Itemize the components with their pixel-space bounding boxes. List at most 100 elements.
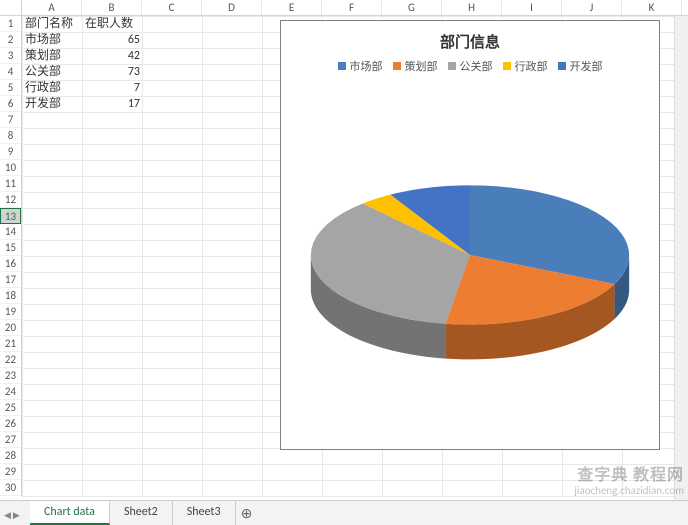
cell[interactable] (203, 17, 263, 33)
row-header-14[interactable]: 14 (0, 224, 21, 240)
cell[interactable] (203, 49, 263, 65)
column-header-C[interactable]: C (142, 0, 202, 15)
cell[interactable] (143, 241, 203, 257)
cell[interactable] (83, 449, 143, 465)
cell[interactable] (203, 97, 263, 113)
cell[interactable] (263, 481, 323, 497)
column-header-I[interactable]: I (502, 0, 562, 15)
cell[interactable] (23, 257, 83, 273)
cell[interactable] (143, 145, 203, 161)
cell[interactable] (83, 241, 143, 257)
row-header-1[interactable]: 1 (0, 16, 21, 32)
column-header-J[interactable]: J (562, 0, 622, 15)
row-header-29[interactable]: 29 (0, 464, 21, 480)
cell[interactable] (83, 305, 143, 321)
cell[interactable] (203, 129, 263, 145)
cell[interactable] (203, 385, 263, 401)
cell[interactable] (23, 289, 83, 305)
cell[interactable] (83, 129, 143, 145)
column-header-K[interactable]: K (622, 0, 682, 15)
row-header-10[interactable]: 10 (0, 160, 21, 176)
row-header-5[interactable]: 5 (0, 80, 21, 96)
cell[interactable] (83, 273, 143, 289)
cell[interactable] (23, 273, 83, 289)
cell[interactable] (383, 465, 443, 481)
column-header-D[interactable]: D (202, 0, 262, 15)
cell[interactable] (83, 289, 143, 305)
cell[interactable]: 部门名称 (23, 17, 83, 33)
row-header-16[interactable]: 16 (0, 256, 21, 272)
embedded-chart[interactable]: 部门信息 市场部策划部公关部行政部开发部 (280, 20, 660, 450)
cell[interactable] (323, 481, 383, 497)
row-header-17[interactable]: 17 (0, 272, 21, 288)
cell[interactable] (143, 113, 203, 129)
cell[interactable] (143, 129, 203, 145)
vertical-scrollbar[interactable] (674, 16, 688, 500)
row-header-6[interactable]: 6 (0, 96, 21, 112)
cell[interactable] (83, 161, 143, 177)
cell[interactable] (203, 321, 263, 337)
cell[interactable] (203, 289, 263, 305)
row-header-23[interactable]: 23 (0, 368, 21, 384)
row-header-9[interactable]: 9 (0, 144, 21, 160)
cell[interactable] (503, 481, 563, 497)
column-header-B[interactable]: B (82, 0, 142, 15)
cell[interactable] (263, 449, 323, 465)
cell[interactable] (143, 81, 203, 97)
cell[interactable] (443, 481, 503, 497)
cell[interactable] (143, 65, 203, 81)
column-header-H[interactable]: H (442, 0, 502, 15)
row-header-3[interactable]: 3 (0, 48, 21, 64)
row-header-27[interactable]: 27 (0, 432, 21, 448)
column-header-A[interactable]: A (22, 0, 82, 15)
cell[interactable] (203, 177, 263, 193)
select-all-corner[interactable] (0, 0, 22, 16)
cell[interactable]: 65 (83, 33, 143, 49)
new-sheet-button[interactable]: ⊕ (236, 505, 258, 522)
cell[interactable] (23, 337, 83, 353)
cell[interactable] (23, 177, 83, 193)
tab-nav-arrows[interactable]: ◀ ▶ (4, 510, 20, 521)
cell[interactable] (203, 225, 263, 241)
cell[interactable] (203, 337, 263, 353)
cell[interactable] (143, 273, 203, 289)
cell[interactable] (143, 449, 203, 465)
cell[interactable] (383, 481, 443, 497)
cell[interactable] (23, 481, 83, 497)
cell[interactable] (23, 113, 83, 129)
cell[interactable] (143, 97, 203, 113)
cell[interactable] (83, 209, 143, 225)
cell[interactable] (23, 145, 83, 161)
row-header-20[interactable]: 20 (0, 320, 21, 336)
cell[interactable] (143, 401, 203, 417)
cell[interactable] (23, 369, 83, 385)
cell[interactable] (83, 401, 143, 417)
cell[interactable] (563, 465, 623, 481)
row-header-30[interactable]: 30 (0, 480, 21, 496)
cell[interactable] (263, 465, 323, 481)
cell[interactable] (143, 353, 203, 369)
cell[interactable] (83, 177, 143, 193)
cell[interactable] (143, 193, 203, 209)
cell[interactable] (203, 465, 263, 481)
cell[interactable] (143, 321, 203, 337)
cell[interactable] (203, 209, 263, 225)
cell[interactable] (83, 193, 143, 209)
cell[interactable] (203, 273, 263, 289)
cell[interactable] (203, 417, 263, 433)
cell[interactable] (83, 417, 143, 433)
cell[interactable] (23, 353, 83, 369)
cell[interactable] (23, 449, 83, 465)
cell[interactable] (23, 193, 83, 209)
cell[interactable] (563, 449, 623, 465)
cell[interactable] (83, 225, 143, 241)
cell[interactable] (503, 449, 563, 465)
cell[interactable] (23, 225, 83, 241)
cell[interactable] (203, 449, 263, 465)
cell[interactable] (83, 145, 143, 161)
nav-next-icon[interactable]: ▶ (13, 510, 20, 521)
cell[interactable] (203, 161, 263, 177)
cell[interactable] (83, 257, 143, 273)
cell[interactable] (83, 433, 143, 449)
sheet-tab[interactable]: Sheet3 (173, 501, 236, 525)
